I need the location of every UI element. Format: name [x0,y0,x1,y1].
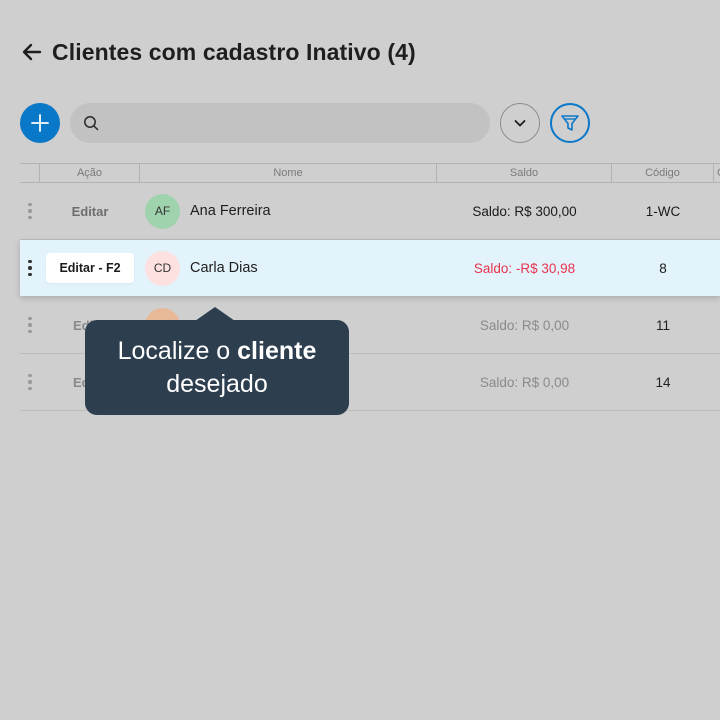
table-row-selected[interactable]: Editar - F2 CD Carla Dias Saldo: -R$ 30,… [20,240,720,296]
search-icon [84,116,99,131]
row-menu-icon[interactable] [28,202,32,220]
col-header-saldo[interactable]: Saldo [437,164,612,182]
client-balance: Saldo: R$ 300,00 [472,203,577,219]
col-header-acao[interactable]: Ação [40,164,140,182]
row-menu-icon[interactable] [28,373,32,391]
col-header-nome[interactable]: Nome [140,164,437,182]
tooltip-bold-text: cliente [237,336,317,365]
client-balance: Saldo: R$ 0,00 [479,374,570,390]
client-name: Carla Dias [190,260,258,276]
avatar: AF [145,193,180,229]
arrow-left-icon[interactable] [20,40,44,64]
table-row[interactable]: Editar AF Ana Ferreira Saldo: R$ 300,00 … [20,183,720,240]
add-client-button[interactable] [20,103,60,143]
client-code: 11 [655,317,670,333]
chevron-down-icon [514,120,526,127]
table-header: Ação Nome Saldo Código C [20,163,720,183]
client-balance: Saldo: R$ 0,00 [479,317,570,333]
filter-button[interactable] [550,103,590,143]
avatar: CD [145,250,180,286]
tooltip-line-1: Localize o cliente [118,335,317,368]
edit-link[interactable]: Editar [40,204,140,219]
page-title: Clientes com cadastro Inativo (4) [52,38,416,65]
search-input[interactable] [105,103,490,143]
col-menu-header [20,164,40,182]
client-code: 1-WC [645,203,681,219]
col-header-extra[interactable]: C [714,164,720,182]
tooltip-arrow [195,307,235,321]
client-name: Ana Ferreira [190,203,271,219]
toolbar [20,103,600,143]
row-menu-icon[interactable] [28,259,32,277]
row-menu-icon[interactable] [28,316,32,334]
filter-icon [561,115,579,131]
search-bar[interactable] [70,103,490,143]
tooltip-line-2: desejado [166,369,268,398]
client-balance: Saldo: -R$ 30,98 [473,260,576,276]
onboarding-tooltip: Localize o cliente desejado [85,320,349,415]
client-code: 14 [655,374,671,390]
expand-button[interactable] [500,103,540,143]
tooltip-text: Localize o [117,336,238,365]
edit-f2-button[interactable]: Editar - F2 [46,253,134,283]
client-code: 8 [659,260,667,276]
col-header-codigo[interactable]: Código [612,164,714,182]
page-header: Clientes com cadastro Inativo (4) [20,34,416,70]
plus-icon [31,114,49,132]
